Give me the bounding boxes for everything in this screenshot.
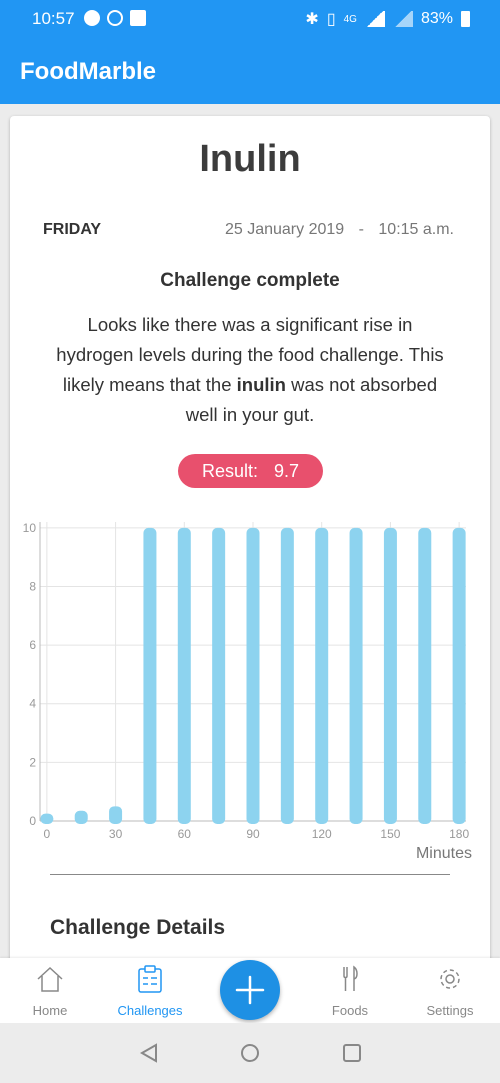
chart-bar bbox=[74, 810, 88, 824]
bluetooth-icon: ✱ bbox=[305, 11, 319, 28]
challenge-datetime: 25 January 2019 - 10:15 a.m. bbox=[225, 221, 454, 239]
signal-icon bbox=[364, 11, 385, 27]
result-value: 9.7 bbox=[274, 460, 300, 481]
chart-bar bbox=[383, 527, 397, 824]
battery-percent: 83% bbox=[420, 10, 453, 27]
app-bar: FoodMarble bbox=[0, 38, 500, 104]
bottom-nav: Home Challenges Foods Settings bbox=[0, 958, 500, 1023]
challenge-day: FRIDAY bbox=[43, 221, 102, 238]
challenge-status: Challenge complete bbox=[160, 270, 340, 291]
app-title: FoodMarble bbox=[20, 58, 156, 85]
challenge-time: 10:15 a.m. bbox=[378, 221, 454, 238]
chart-bar bbox=[280, 527, 294, 824]
nav-settings[interactable]: Settings bbox=[400, 964, 500, 1018]
nav-challenges-label: Challenges bbox=[117, 1003, 183, 1018]
status-bar: 10:57 ✱ ▯ 4G 83% bbox=[0, 0, 500, 38]
chart-bar bbox=[40, 813, 54, 824]
challenge-details-heading: Challenge Details bbox=[50, 916, 226, 939]
chart-bar bbox=[109, 806, 123, 824]
nav-home-label: Home bbox=[32, 1003, 68, 1018]
image-icon bbox=[130, 10, 146, 26]
vibrate-icon: ▯ bbox=[326, 11, 336, 28]
nav-challenges[interactable]: Challenges bbox=[100, 964, 200, 1018]
chart-bar bbox=[212, 527, 226, 824]
y-tick-label: 4 bbox=[29, 697, 36, 711]
back-icon[interactable] bbox=[139, 1043, 157, 1063]
y-tick-label: 10 bbox=[23, 521, 37, 535]
nav-settings-label: Settings bbox=[426, 1003, 474, 1018]
system-status: ✱ ▯ 4G 83% bbox=[305, 9, 470, 29]
description-food: inulin bbox=[236, 374, 286, 395]
chart-bar bbox=[143, 527, 157, 824]
home-icon bbox=[37, 966, 63, 992]
x-tick-label: 60 bbox=[178, 827, 192, 841]
challenge-title: Inulin bbox=[199, 138, 301, 180]
x-tick-label: 120 bbox=[312, 827, 332, 841]
system-nav-bar bbox=[0, 1023, 500, 1083]
x-tick-label: 30 bbox=[109, 827, 123, 841]
cutlery-icon bbox=[343, 965, 358, 991]
x-tick-label: 0 bbox=[44, 827, 51, 841]
chart-bar bbox=[349, 527, 363, 824]
nav-foods-label: Foods bbox=[331, 1003, 369, 1018]
result-label: Result: bbox=[201, 460, 258, 481]
y-tick-label: 0 bbox=[29, 814, 36, 828]
challenge-description: Looks like there was a significant rise … bbox=[50, 310, 450, 430]
divider bbox=[50, 874, 450, 875]
battery-icon bbox=[461, 11, 470, 27]
result-badge: Result: 9.7 bbox=[178, 454, 323, 488]
chart-bar bbox=[177, 527, 191, 824]
y-tick-label: 6 bbox=[29, 638, 36, 652]
chart-bar bbox=[418, 527, 432, 824]
no-signal-icon bbox=[392, 11, 413, 27]
nav-home[interactable]: Home bbox=[0, 964, 100, 1018]
x-tick-label: 150 bbox=[380, 827, 400, 841]
plus-icon bbox=[235, 975, 265, 1005]
spotify-icon bbox=[84, 10, 100, 26]
nav-foods[interactable]: Foods bbox=[300, 964, 400, 1018]
add-button[interactable] bbox=[220, 960, 280, 1020]
x-axis-label: Minutes bbox=[416, 845, 472, 862]
challenge-card: Inulin FRIDAY 25 January 2019 - 10:15 a.… bbox=[10, 116, 490, 976]
gear-icon bbox=[440, 969, 460, 989]
x-tick-label: 180 bbox=[449, 827, 469, 841]
status-time: 10:57 bbox=[32, 9, 75, 28]
home-circle-icon[interactable] bbox=[241, 1044, 259, 1062]
recents-icon[interactable] bbox=[343, 1044, 361, 1062]
y-tick-label: 8 bbox=[29, 579, 36, 593]
network-type: 4G bbox=[343, 13, 357, 25]
clipboard-icon bbox=[138, 965, 162, 993]
chart-bar bbox=[246, 527, 260, 824]
whatsapp-icon bbox=[107, 10, 123, 26]
hydrogen-chart: 0 2 4 6 8 10 0 30 60 90 120 150 180 Minutes bbox=[23, 521, 472, 862]
date-separator: - bbox=[358, 221, 364, 238]
x-tick-label: 90 bbox=[246, 827, 260, 841]
y-tick-label: 2 bbox=[29, 755, 36, 769]
challenge-date: 25 January 2019 bbox=[224, 221, 345, 238]
notification-icons bbox=[84, 10, 146, 26]
chart-bar bbox=[315, 527, 329, 824]
chart-bar bbox=[452, 527, 466, 824]
